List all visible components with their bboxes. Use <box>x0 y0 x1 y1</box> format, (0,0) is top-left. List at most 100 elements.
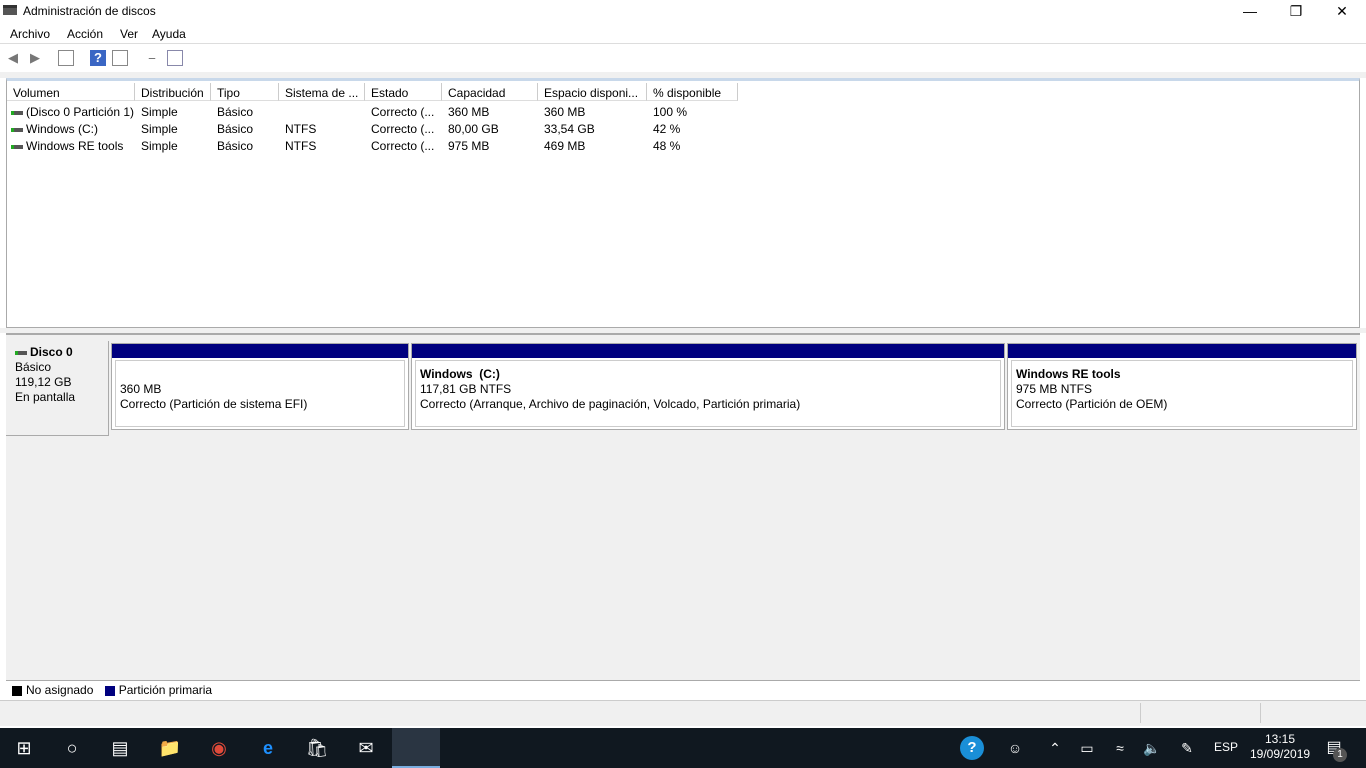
volume-icon[interactable]: 🔈 <box>1140 736 1164 760</box>
cell-text: Simple <box>141 105 178 119</box>
column-header-porcentaje[interactable]: % disponible <box>647 83 738 101</box>
battery-icon[interactable]: ▭ <box>1075 736 1099 760</box>
table-cell: Básico <box>217 105 253 119</box>
table-row[interactable]: (Disco 0 Partición 1) Simple Básico Correct… <box>7 103 747 120</box>
column-header-espacio[interactable]: Espacio disponi... <box>538 83 647 101</box>
restore-button[interactable]: ❐ <box>1273 0 1319 22</box>
close-button[interactable]: ✕ <box>1319 0 1365 22</box>
disk-management-icon <box>3 5 17 15</box>
properties-icon[interactable] <box>167 50 183 66</box>
disk-management-taskbar-button[interactable] <box>392 728 440 768</box>
cell-text: (Disco 0 Partición 1) <box>26 105 135 119</box>
people-icon[interactable]: ☺ <box>1003 736 1027 760</box>
disk-type: Básico <box>15 360 52 374</box>
column-header-tipo[interactable]: Tipo <box>211 83 279 101</box>
partition-status: Correcto (Partición de OEM) <box>1016 397 1168 411</box>
disk-size: 119,12 GB <box>15 375 72 389</box>
volume-list: Volumen Distribución Tipo Sistema de ...… <box>6 78 1360 328</box>
partition-size: 975 MB NTFS <box>1016 382 1093 396</box>
column-header-sistema[interactable]: Sistema de ... <box>279 83 365 101</box>
volume-icon <box>11 144 23 149</box>
cell-text: NTFS <box>285 122 317 136</box>
partition-name <box>120 367 400 382</box>
edge-icon[interactable]: e <box>256 736 280 760</box>
table-row[interactable]: Windows (C:) Simple Básico NTFS Correcto (..… <box>7 120 747 137</box>
title-bar: Administración de discos — ❐ ✕ <box>0 0 1366 22</box>
column-header-volumen[interactable]: Volumen <box>7 83 135 101</box>
table-cell: (Disco 0 Partición 1) <box>11 105 134 119</box>
table-row[interactable]: Windows RE tools Simple Básico NTFS Correcto… <box>7 137 747 154</box>
start-windows-icon[interactable]: ⊞ <box>12 736 36 760</box>
unallocated-swatch <box>12 685 22 696</box>
cell-text: Básico <box>217 105 254 119</box>
language-indicator[interactable]: ESP <box>1214 740 1238 754</box>
wifi-icon[interactable]: ≈ <box>1108 736 1132 760</box>
legend-unallocated: No asignado <box>26 683 94 697</box>
volume-icon <box>11 127 23 132</box>
table-cell: Simple <box>141 105 178 119</box>
status-bar <box>0 700 1366 726</box>
store-icon[interactable]: 🛍 <box>305 736 329 760</box>
forward-icon[interactable]: ▶ <box>27 50 43 66</box>
search-cortana-icon[interactable]: ○ <box>60 736 84 760</box>
menu-archivo[interactable]: Archivo <box>10 27 50 41</box>
table-cell: Correcto (... <box>371 139 434 153</box>
help-tray-icon[interactable]: ? <box>960 736 984 760</box>
menu-ver[interactable]: Ver <box>120 27 138 41</box>
table-cell: 80,00 GB <box>448 122 499 136</box>
pen-icon[interactable]: ✎ <box>1175 736 1199 760</box>
cell-text: Correcto (... <box>371 105 435 119</box>
primary-swatch <box>104 685 115 696</box>
partition-bar <box>412 344 1004 358</box>
taskbar: ⊞ ○ ▤ 📁 ◉ e 🛍 ✉ ? ☺ ⌃ ▭ ≈ 🔈 ✎ ESP 13:15 1… <box>0 728 1366 768</box>
table-cell: Básico <box>217 139 253 153</box>
cell-text: Simple <box>141 139 178 153</box>
show-hide-console-tree-icon[interactable] <box>58 50 74 66</box>
disk-label[interactable]: Disco 0 Básico 119,12 GB En pantalla <box>6 341 109 436</box>
table-cell: Correcto (... <box>371 122 434 136</box>
partition-windows-re[interactable]: Windows RE tools 975 MB NTFS Correcto (Par… <box>1007 343 1357 430</box>
file-explorer-icon[interactable]: 📁 <box>158 736 182 760</box>
table-cell: 469 MB <box>544 139 585 153</box>
back-icon[interactable]: ◀ <box>5 50 21 66</box>
cell-text: 33,54 GB <box>544 122 595 136</box>
partition-windows-c[interactable]: Windows (C:) 117,81 GB NTFS Correcto (Arra… <box>411 343 1005 430</box>
cell-text: Correcto (... <box>371 139 435 153</box>
table-cell: 33,54 GB <box>544 122 595 136</box>
legend-primary: Partición primaria <box>118 683 213 697</box>
help-icon[interactable]: ? <box>90 50 106 66</box>
cell-text: Correcto (... <box>371 122 435 136</box>
show-hidden-icons-icon[interactable]: ⌃ <box>1043 736 1067 760</box>
column-header-distribucion[interactable]: Distribución <box>135 83 211 101</box>
menu-accion[interactable]: Acción <box>67 27 103 41</box>
partition-status: Correcto (Partición de sistema EFI) <box>120 397 308 411</box>
table-cell: 48 % <box>653 139 680 153</box>
menu-ayuda[interactable]: Ayuda <box>152 27 186 41</box>
cell-text: 360 MB <box>448 105 490 119</box>
cell-text: NTFS <box>285 139 317 153</box>
task-view-icon[interactable]: ▤ <box>108 736 132 760</box>
action-pane-icon[interactable] <box>112 50 128 66</box>
disk-name: Disco 0 <box>30 345 73 359</box>
connect-disk-icon[interactable]: ⎯ <box>144 50 160 66</box>
cell-text: 360 MB <box>544 105 586 119</box>
table-cell: Windows (C:) <box>11 122 98 136</box>
table-cell: Windows RE tools <box>11 139 123 153</box>
minimize-button[interactable]: — <box>1227 0 1273 22</box>
cell-text: 100 % <box>653 105 688 119</box>
window-title: Administración de discos <box>23 4 156 18</box>
clock[interactable]: 13:15 19/09/2019 <box>1250 732 1310 762</box>
column-header-capacidad[interactable]: Capacidad <box>442 83 538 101</box>
disk-status: En pantalla <box>15 390 76 404</box>
disk-map: Disco 0 Básico 119,12 GB En pantalla 360… <box>6 333 1360 680</box>
column-header-estado[interactable]: Estado <box>365 83 442 101</box>
table-cell: Simple <box>141 139 178 153</box>
menu-bar: Archivo Acción Ver Ayuda <box>0 24 1366 44</box>
mail-icon[interactable]: ✉ <box>354 736 378 760</box>
chrome-icon[interactable]: ◉ <box>207 736 231 760</box>
time: 13:15 <box>1264 732 1296 746</box>
partition-efi[interactable]: 360 MB Correcto (Partición de sistema EFI… <box>111 343 409 430</box>
partition-size: 117,81 GB NTFS <box>420 382 512 396</box>
disk-icon <box>15 350 27 355</box>
cell-text: Básico <box>217 139 254 153</box>
